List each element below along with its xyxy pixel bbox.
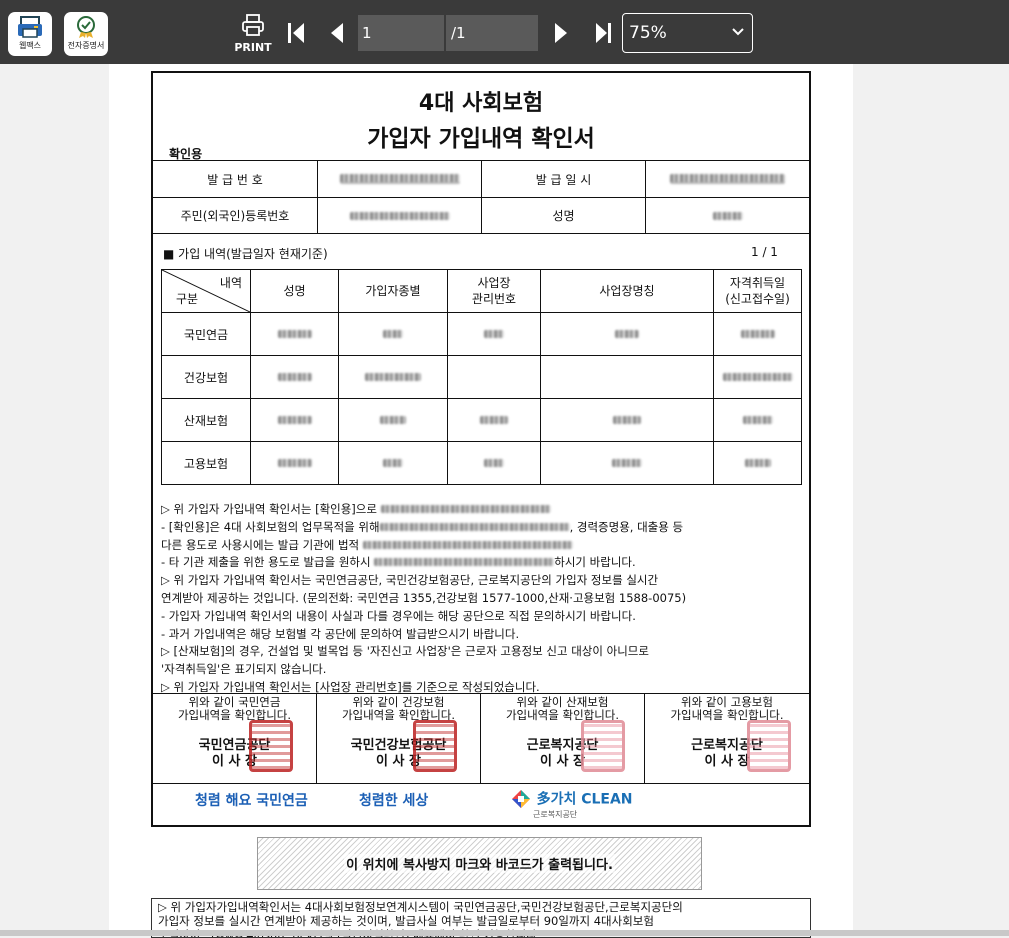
issue-number-label: 발 급 번 호: [207, 172, 263, 187]
webfax-button[interactable]: 웹팩스: [8, 12, 52, 56]
note-line: ▷ 위 가입자 가입내역 확인서는 국민연금공단, 국민건강보험공단, 근로복지…: [161, 573, 659, 588]
header-name: 성명: [250, 269, 339, 313]
official-seal-stamp: [747, 720, 791, 772]
note-line: 연계받아 제공하는 것입니다. (문의전화: 국민연금 1355,건강보험 15…: [161, 590, 687, 605]
table-row: 국민연금: [161, 312, 802, 356]
redacted-cell: [338, 312, 448, 356]
last-page-icon[interactable]: [592, 20, 614, 46]
redacted-cell: [447, 441, 541, 485]
note-line: - 과거 가입내역은 해당 보험별 각 공단에 문의하여 발급받으시기 바랍니다…: [161, 626, 520, 641]
table-row: 건강보험: [161, 355, 802, 399]
certificate-button[interactable]: 전자증명서: [64, 12, 108, 56]
table-header-row: 내역 구분 성명 가입자종별 사업장 관리번호 사업장명칭 자격취득일 (신고접…: [161, 269, 802, 313]
redacted-cell: [447, 312, 541, 356]
section-title: ■ 가입 내역(발급일자 현재기준): [163, 247, 328, 261]
diamond-logo-icon: [512, 789, 530, 808]
prev-page-icon[interactable]: [326, 20, 348, 46]
seal-pension: 위와 같이 국민연금 가입내역을 확인합니다. 국민연금공단 이 사 장: [153, 694, 317, 784]
chevron-down-icon: [732, 28, 744, 36]
table-row: 산재보험: [161, 398, 802, 442]
redacted-cell: [447, 355, 541, 399]
seal-industrial: 위와 같이 산재보험 가입내역을 확인합니다. 근로복지공단 이 사 장: [481, 694, 645, 784]
seal-employment: 위와 같이 고용보험 가입내역을 확인합니다. 근로복지공단 이 사 장: [645, 694, 809, 784]
header-acquisition-date: 자격취득일 (신고접수일): [713, 269, 802, 313]
note-line: 다른 용도로 사용시에는 발급 기관에 법적: [161, 537, 806, 555]
redacted-cell: [447, 398, 541, 442]
redacted-cell: [713, 398, 802, 442]
header-workplace-number: 사업장 관리번호: [447, 269, 541, 313]
redacted-cell: [250, 398, 339, 442]
official-seal-stamp: [249, 720, 293, 772]
redacted-cell: [540, 398, 714, 442]
zoom-select[interactable]: 75%: [622, 13, 753, 53]
logo-kcomwel: 多가치 CLEAN 근로복지공단: [511, 788, 633, 820]
notes-block: ▷ 위 가입자 가입내역 확인서는 [확인용]으로 - [확인용]은 4대 사회…: [161, 501, 806, 697]
issue-date-label: 발 급 일 시: [535, 172, 592, 187]
name-label: 성명: [552, 209, 575, 223]
redacted-cell: [540, 441, 714, 485]
redacted-cell: [250, 355, 339, 399]
fax-icon: [18, 16, 42, 38]
issue-number-value: [318, 161, 481, 197]
official-seal-stamp: [413, 720, 457, 772]
row-label: 고용보험: [161, 441, 251, 485]
doc-title-line1: 4대 사회보험: [418, 91, 544, 116]
page-indicator: 1 / 1: [751, 245, 778, 259]
issue-date-value: [646, 161, 809, 197]
resident-number-value: [318, 198, 481, 233]
header-diag-top: 내역: [219, 276, 242, 290]
header-diagonal-cell: 내역 구분: [161, 269, 251, 313]
divider: [153, 233, 809, 234]
print-label: PRINT: [234, 41, 272, 54]
seal-row: 위와 같이 국민연금 가입내역을 확인합니다. 국민연금공단 이 사 장 위와 같이…: [153, 693, 809, 784]
note-line: - [확인용]은 4대 사회보험의 업무목적을 위해, 경력증명용, 대출용 등: [161, 519, 684, 534]
redacted-cell: [338, 398, 448, 442]
header-diag-bottom: 구분: [176, 292, 199, 306]
enrollment-table: 내역 구분 성명 가입자종별 사업장 관리번호 사업장명칭 자격취득일 (신고접…: [161, 269, 802, 485]
logo-row: 청렴 해요 국민연금 청렴한 세상 多가치 CLEAN 근로복지공단: [153, 783, 809, 828]
row-label: 산재보험: [161, 398, 251, 442]
page-number-input[interactable]: [358, 15, 444, 51]
certificate-icon: [77, 16, 95, 38]
redacted-cell: [338, 355, 448, 399]
redacted-cell: [540, 312, 714, 356]
certificate-label: 전자증명서: [67, 41, 105, 50]
webfax-label: 웹팩스: [18, 41, 42, 50]
note-line: '자격취득일'은 표기되지 않습니다.: [161, 662, 327, 677]
name-value: [646, 198, 809, 233]
resident-number-label: 주민(외국인)등록번호: [180, 209, 290, 223]
redacted-cell: [250, 312, 339, 356]
doc-title-line2: 가입자 가입내역 확인서: [367, 126, 595, 152]
certificate-document: 4대 사회보험 가입자 가입내역 확인서 확인용 발 급 번 호 발 급 일 시…: [151, 71, 811, 827]
row-label: 국민연금: [161, 312, 251, 356]
logo-pension: 청렴 해요 국민연금: [195, 793, 308, 809]
note-line: - 타 기관 제출을 위한 용도로 발급을 원하시 하시기 바랍니다.: [161, 555, 636, 570]
redacted-cell: [713, 441, 802, 485]
header-workplace-name: 사업장명칭: [540, 269, 714, 313]
printer-icon: [242, 14, 264, 36]
note-line: ▷ [산재보험]의 경우, 건설업 및 벌목업 등 '자진신고 사업장'은 근로…: [161, 644, 649, 659]
note-line: ▷ 위 가입자 가입내역 확인서는 [확인용]으로: [161, 501, 806, 519]
logo-health: 청렴한 세상: [359, 793, 429, 809]
copy-protection-area: 이 위치에 복사방지 마크와 바코드가 출력됩니다.: [257, 837, 702, 890]
page-total: /1: [446, 15, 538, 51]
note-line: - 가입자 가입내역 확인서의 내용이 사실과 다를 경우에는 해당 공단으로 …: [161, 608, 636, 623]
first-page-icon[interactable]: [286, 20, 308, 46]
row-label: 건강보험: [161, 355, 251, 399]
redacted-cell: [713, 312, 802, 356]
copy-protection-text: 이 위치에 복사방지 마크와 바코드가 출력됩니다.: [344, 854, 615, 873]
redacted-cell: [540, 355, 714, 399]
horizontal-scrollbar[interactable]: [0, 930, 1009, 936]
redacted-cell: [713, 355, 802, 399]
redacted-cell: [338, 441, 448, 485]
official-seal-stamp: [581, 720, 625, 772]
zoom-value: 75%: [629, 23, 667, 43]
redacted-cell: [250, 441, 339, 485]
viewer-toolbar: 웹팩스 전자증명서 PRINT /1 75%: [0, 0, 1009, 64]
header-type: 가입자종별: [338, 269, 448, 313]
table-row: 고용보험: [161, 441, 802, 485]
next-page-icon[interactable]: [550, 20, 572, 46]
seal-health: 위와 같이 건강보험 가입내역을 확인합니다. 국민건강보험공단 이 사 장: [317, 694, 481, 784]
print-button[interactable]: PRINT: [232, 14, 274, 56]
